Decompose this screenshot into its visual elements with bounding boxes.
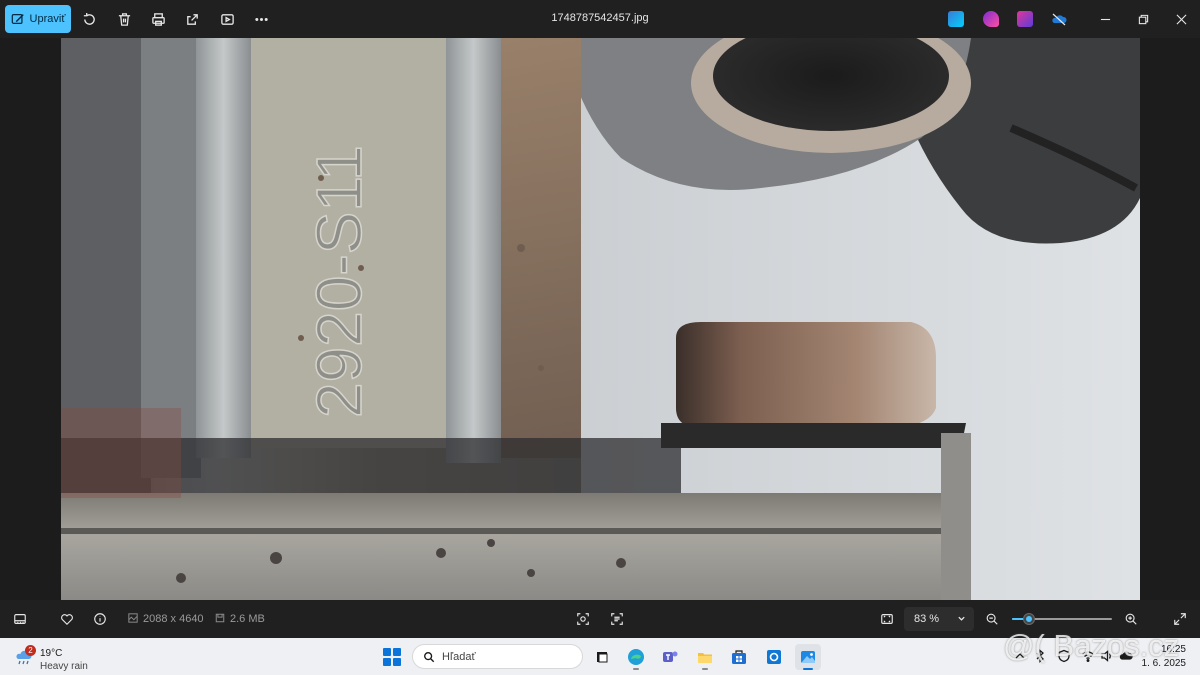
zoom-value: 83 % (914, 613, 940, 625)
weather-temperature: 19°C (40, 648, 63, 659)
volume-icon[interactable] (1100, 649, 1116, 665)
teams-icon[interactable] (657, 644, 683, 670)
security-icon[interactable] (1057, 649, 1073, 665)
top-toolbar: Upraviť 1748787542457.jpg (0, 0, 1200, 38)
file-size-icon (215, 613, 225, 623)
edge-icon[interactable] (623, 644, 649, 670)
clipchamp-icon[interactable] (983, 11, 999, 27)
system-clock[interactable]: 16:25 1. 6. 2025 (1142, 643, 1186, 671)
clock-date: 1. 6. 2025 (1141, 658, 1186, 669)
rotate-icon[interactable] (78, 8, 100, 30)
photos-app-icon[interactable] (795, 644, 821, 670)
info-bar: 2088 x 4640 2.6 MB 83 % (0, 600, 1200, 638)
photos-editor-icon[interactable] (1017, 11, 1033, 27)
designer-icon[interactable] (948, 11, 964, 27)
file-size-value: 2.6 MB (230, 613, 265, 625)
zoom-out-icon[interactable] (982, 609, 1002, 629)
task-view-icon[interactable] (589, 644, 615, 670)
search-icon (424, 652, 435, 663)
file-size: 2.6 MB (215, 613, 265, 625)
embossed-part-number: 2920-S11 (303, 145, 375, 418)
onedrive-icon[interactable] (1051, 11, 1067, 27)
search-placeholder: Hľadať (442, 651, 476, 663)
zoom-slider[interactable] (1012, 613, 1112, 625)
zoom-slider-thumb[interactable] (1023, 613, 1036, 625)
visual-search-icon[interactable] (573, 609, 593, 629)
fit-to-window-icon[interactable] (877, 609, 897, 629)
edit-button-label: Upraviť (29, 13, 66, 25)
store-icon[interactable] (726, 644, 752, 670)
edit-image-icon (11, 14, 24, 24)
image-dimensions: 2088 x 4640 (128, 613, 204, 625)
info-icon[interactable] (90, 609, 110, 629)
wifi-icon[interactable] (1081, 649, 1097, 665)
print-icon[interactable] (147, 8, 169, 30)
photo-canvas: 2920-S11 (61, 38, 1140, 600)
chevron-up-icon[interactable] (1013, 649, 1029, 665)
share-icon[interactable] (181, 8, 203, 30)
weather-widget[interactable]: 2 19°C Heavy rain (14, 643, 104, 672)
weather-condition: Heavy rain (40, 661, 88, 672)
filmstrip-icon[interactable] (10, 609, 30, 629)
fullscreen-icon[interactable] (1170, 609, 1190, 629)
clock-time: 16:25 (1160, 644, 1186, 655)
photo-image: 2920-S11 (61, 38, 1140, 600)
photos-app-window: Upraviť 1748787542457.jpg 2920-S11 2088 … (0, 0, 1200, 675)
taskbar-search[interactable]: Hľadať (412, 644, 583, 669)
zoom-in-icon[interactable] (1121, 609, 1141, 629)
delete-icon[interactable] (113, 8, 135, 30)
cloud-icon[interactable] (1119, 649, 1135, 665)
zoom-dropdown[interactable]: 83 % (904, 607, 974, 631)
file-explorer-icon[interactable] (692, 644, 718, 670)
edit-button[interactable]: Upraviť (5, 5, 71, 33)
more-icon[interactable] (250, 8, 272, 30)
bluetooth-icon[interactable] (1033, 649, 1049, 665)
chevron-down-icon (957, 614, 966, 623)
favorite-icon[interactable] (57, 609, 77, 629)
start-button[interactable] (383, 648, 401, 666)
outlook-icon[interactable] (761, 644, 787, 670)
restore-icon[interactable] (1132, 8, 1154, 30)
image-viewer[interactable]: 2920-S11 (0, 38, 1200, 600)
dimensions-value: 2088 x 4640 (143, 613, 204, 625)
close-icon[interactable] (1170, 8, 1192, 30)
dimensions-icon (128, 613, 138, 623)
slideshow-icon[interactable] (216, 8, 238, 30)
minimize-icon[interactable] (1094, 8, 1116, 30)
windows-taskbar: 2 19°C Heavy rain Hľadať 16:25 1. 6. 202… (0, 638, 1200, 675)
scan-text-icon[interactable] (607, 609, 627, 629)
notification-badge: 2 (25, 645, 36, 656)
